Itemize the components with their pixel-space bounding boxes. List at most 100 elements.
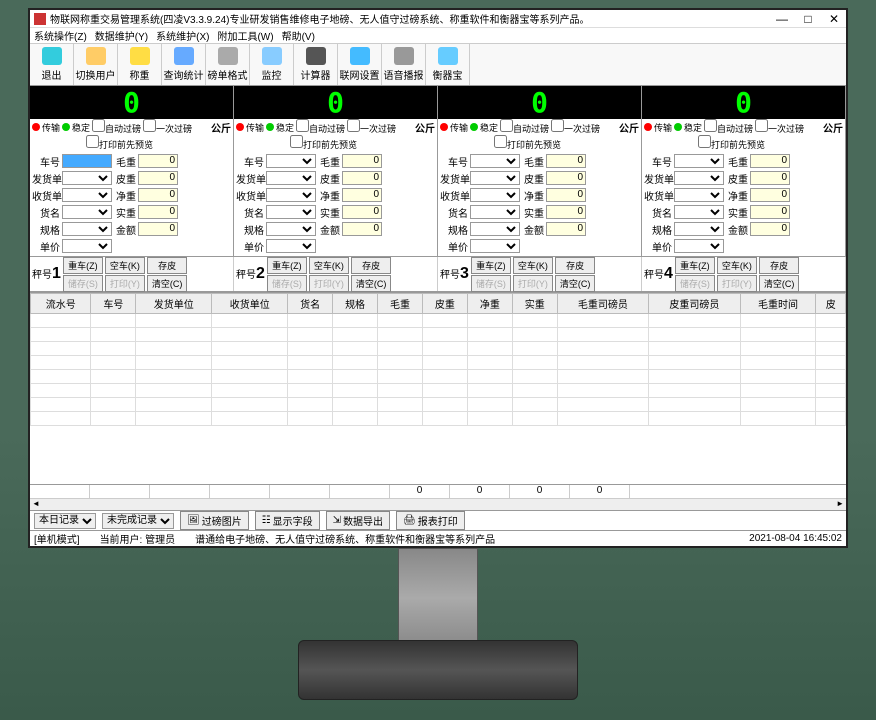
minimize-button[interactable]: — [774, 12, 790, 26]
car-color[interactable] [62, 154, 112, 168]
clear-btn[interactable]: 清空(C) [147, 275, 188, 292]
tool-user[interactable]: 切换用户 [74, 44, 118, 85]
grid-cell[interactable] [136, 314, 212, 328]
clear-btn[interactable]: 清空(C) [759, 275, 800, 292]
grid-cell[interactable] [557, 370, 648, 384]
grid-cell[interactable] [288, 314, 333, 328]
heavy-btn[interactable]: 重车(Z) [675, 257, 715, 274]
grid-cell[interactable] [740, 384, 816, 398]
grid-cell[interactable] [422, 314, 467, 328]
grid-cell[interactable] [333, 328, 378, 342]
spec-select[interactable] [62, 222, 112, 236]
grid-cell[interactable] [422, 398, 467, 412]
grid-cell[interactable] [212, 370, 288, 384]
col-header[interactable]: 货名 [288, 294, 333, 314]
savetare-btn[interactable]: 存皮 [759, 257, 800, 274]
grid-cell[interactable] [512, 370, 557, 384]
col-header[interactable]: 毛重时间 [740, 294, 816, 314]
grid-cell[interactable] [816, 356, 846, 370]
receiver-select[interactable] [266, 188, 316, 202]
grid-cell[interactable] [467, 412, 512, 426]
once-check[interactable] [347, 119, 360, 132]
grid-cell[interactable] [467, 384, 512, 398]
records-grid[interactable]: 流水号车号发货单位收货单位货名规格毛重皮重净重实重毛重司磅员皮重司磅员毛重时间皮 [30, 292, 846, 484]
col-header[interactable]: 皮 [816, 294, 846, 314]
grid-cell[interactable] [378, 314, 423, 328]
save-btn[interactable]: 储存(S) [471, 275, 511, 292]
grid-cell[interactable] [816, 412, 846, 426]
grid-cell[interactable] [91, 384, 136, 398]
once-check[interactable] [755, 119, 768, 132]
grid-cell[interactable] [816, 398, 846, 412]
grid-cell[interactable] [378, 370, 423, 384]
sender-select[interactable] [266, 171, 316, 185]
grid-cell[interactable] [649, 342, 740, 356]
grid-cell[interactable] [557, 328, 648, 342]
grid-cell[interactable] [740, 398, 816, 412]
grid-cell[interactable] [467, 370, 512, 384]
grid-cell[interactable] [91, 398, 136, 412]
grid-cell[interactable] [557, 412, 648, 426]
receiver-select[interactable] [674, 188, 724, 202]
grid-cell[interactable] [422, 342, 467, 356]
grid-cell[interactable] [136, 384, 212, 398]
grid-cell[interactable] [422, 356, 467, 370]
col-header[interactable]: 皮重 [422, 294, 467, 314]
grid-cell[interactable] [422, 384, 467, 398]
grid-cell[interactable] [31, 384, 91, 398]
grid-cell[interactable] [31, 412, 91, 426]
grid-cell[interactable] [333, 370, 378, 384]
print-btn[interactable]: 打印(Y) [309, 275, 349, 292]
sender-select[interactable] [470, 171, 520, 185]
empty-btn[interactable]: 空车(K) [309, 257, 349, 274]
menu-data[interactable]: 数据维护(Y) [95, 28, 148, 43]
grid-cell[interactable] [91, 412, 136, 426]
heavy-btn[interactable]: 重车(Z) [471, 257, 511, 274]
grid-cell[interactable] [31, 314, 91, 328]
col-header[interactable]: 车号 [91, 294, 136, 314]
menu-maintain[interactable]: 系统维护(X) [156, 28, 209, 43]
tool-net[interactable]: 联网设置 [338, 44, 382, 85]
status-select[interactable]: 未完成记录 [102, 513, 174, 529]
grid-cell[interactable] [378, 356, 423, 370]
grid-cell[interactable] [333, 314, 378, 328]
grid-cell[interactable] [212, 384, 288, 398]
grid-cell[interactable] [378, 384, 423, 398]
grid-cell[interactable] [467, 328, 512, 342]
col-header[interactable]: 发货单位 [136, 294, 212, 314]
price-select[interactable] [266, 239, 316, 253]
tool-scale[interactable]: 称重 [118, 44, 162, 85]
grid-cell[interactable] [212, 314, 288, 328]
spec-select[interactable] [470, 222, 520, 236]
preview-check[interactable] [698, 135, 711, 148]
horizontal-scrollbar[interactable] [30, 498, 846, 510]
grid-cell[interactable] [467, 398, 512, 412]
grid-cell[interactable] [512, 328, 557, 342]
grid-cell[interactable] [512, 314, 557, 328]
col-header[interactable]: 流水号 [31, 294, 91, 314]
grid-cell[interactable] [649, 314, 740, 328]
grid-cell[interactable] [333, 384, 378, 398]
empty-btn[interactable]: 空车(K) [105, 257, 145, 274]
sender-select[interactable] [62, 171, 112, 185]
grid-cell[interactable] [378, 412, 423, 426]
grid-cell[interactable] [91, 356, 136, 370]
grid-cell[interactable] [31, 356, 91, 370]
col-header[interactable]: 皮重司磅员 [649, 294, 740, 314]
grid-cell[interactable] [649, 328, 740, 342]
grid-cell[interactable] [512, 398, 557, 412]
tool-voice[interactable]: 语音播报 [382, 44, 426, 85]
preview-check[interactable] [494, 135, 507, 148]
heavy-btn[interactable]: 重车(Z) [267, 257, 307, 274]
grid-cell[interactable] [333, 398, 378, 412]
grid-cell[interactable] [467, 342, 512, 356]
goods-select[interactable] [470, 205, 520, 219]
col-header[interactable]: 实重 [512, 294, 557, 314]
price-select[interactable] [470, 239, 520, 253]
save-btn[interactable]: 储存(S) [63, 275, 103, 292]
grid-cell[interactable] [512, 356, 557, 370]
col-header[interactable]: 毛重 [378, 294, 423, 314]
grid-cell[interactable] [288, 356, 333, 370]
car-select[interactable] [674, 154, 724, 168]
grid-cell[interactable] [467, 356, 512, 370]
